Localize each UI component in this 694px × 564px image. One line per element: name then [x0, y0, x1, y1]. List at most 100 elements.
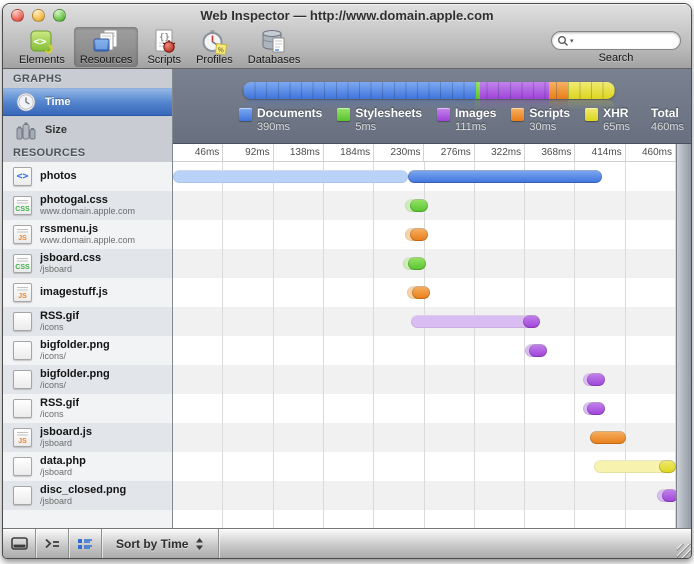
- legend-item-xhr: XHR 65ms: [585, 106, 630, 133]
- graphs-header: GRAPHS: [13, 73, 62, 85]
- resource-subtitle: /jsboard: [40, 437, 73, 448]
- legend-item-images: Images 111ms: [437, 106, 497, 133]
- legend-swatch: [585, 108, 599, 121]
- resource-item[interactable]: <> photos: [3, 162, 172, 191]
- resource-name: data.php: [40, 456, 86, 467]
- resource-item[interactable]: RSS.gif/icons: [3, 307, 172, 336]
- ruler-tick: 276ms: [425, 144, 475, 162]
- file-icon-blank: [13, 486, 32, 505]
- resource-subtitle: /icons: [40, 321, 64, 332]
- gridline: [373, 162, 375, 528]
- scripts-label: Scripts: [147, 54, 182, 66]
- sort-popup[interactable]: Sort by Time: [102, 529, 220, 558]
- resource-item[interactable]: JS jsboard.js/jsboard: [3, 423, 172, 452]
- vertical-scrollbar[interactable]: [676, 144, 691, 528]
- legend-label: XHR 65ms: [603, 106, 630, 133]
- resource-item[interactable]: disc_closed.png/jsboard: [3, 481, 172, 510]
- profiles-label: Profiles: [196, 54, 233, 66]
- timeline-grid: [173, 162, 676, 528]
- resource-name: jsboard.css: [40, 253, 102, 264]
- resources-button[interactable]: Resources: [73, 27, 139, 67]
- resource-subtitle: www.domain.apple.com: [40, 234, 136, 245]
- databases-button[interactable]: Databases: [242, 27, 307, 67]
- elements-button[interactable]: <> Elements: [13, 27, 71, 67]
- resource-item[interactable]: CSS photogal.css www.domain.apple.com: [3, 191, 172, 220]
- databases-label: Databases: [247, 54, 301, 66]
- search-field[interactable]: ▾: [551, 31, 681, 50]
- legend-item-scripts: Scripts 30ms: [511, 106, 570, 133]
- resource-item[interactable]: bigfolder.png/icons/: [3, 336, 172, 365]
- console-button[interactable]: [36, 529, 69, 558]
- resource-name: imagestuff.js: [40, 286, 108, 298]
- gridline: [272, 162, 274, 528]
- zoom-button[interactable]: [53, 8, 66, 22]
- sidebar-item-size[interactable]: Size: [3, 116, 172, 143]
- resource-item[interactable]: data.php/jsboard: [3, 452, 172, 481]
- resource-item[interactable]: CSS jsboard.css/jsboard: [3, 249, 172, 278]
- traffic-lights: [11, 8, 66, 22]
- legend-value: 65ms: [603, 120, 630, 133]
- resource-name: rssmenu.js: [40, 224, 99, 235]
- timeline-bar: [410, 199, 428, 212]
- close-button[interactable]: [11, 8, 24, 22]
- jars-icon: [16, 122, 36, 139]
- file-icon-css: CSS: [13, 254, 32, 273]
- gridline: [473, 162, 475, 528]
- search-input[interactable]: [573, 34, 675, 47]
- legend-label: Documents 390ms: [257, 106, 323, 133]
- legend-swatch: [337, 108, 351, 121]
- ruler-tick: 230ms: [374, 144, 425, 162]
- summary-graph: Documents 390ms Stylesheets 5ms Images 111ms S…: [173, 69, 691, 144]
- profiles-icon: %: [202, 30, 228, 55]
- minimize-button[interactable]: [32, 8, 45, 22]
- resource-name: photos: [40, 170, 77, 182]
- resource-subtitle: /jsboard: [40, 495, 73, 506]
- legend-swatch: [239, 108, 252, 121]
- time-label: Time: [45, 96, 71, 108]
- clock-icon: [16, 92, 36, 112]
- legend-label: Total 460ms: [651, 106, 685, 133]
- resource-name: RSS.gif: [40, 398, 80, 409]
- legend: Documents 390ms Stylesheets 5ms Images 111ms S…: [239, 106, 685, 133]
- search-area: ▾ Search: [551, 27, 681, 64]
- resize-grip[interactable]: [677, 544, 691, 558]
- ruler-tick: 414ms: [575, 144, 626, 162]
- gridline: [624, 162, 626, 528]
- timeline-bar-latency: [173, 170, 409, 183]
- resource-name: bigfolder.png: [40, 369, 110, 380]
- timeline-bar: [587, 402, 605, 415]
- ruler-tick: 322ms: [475, 144, 526, 162]
- ruler-tick: 138ms: [274, 144, 324, 162]
- legend-label: Images 111ms: [455, 106, 497, 133]
- profiles-button[interactable]: % Profiles: [190, 27, 239, 67]
- timeline-bar: [410, 228, 428, 241]
- timeline-bar: [587, 373, 605, 386]
- legend-value: 30ms: [529, 120, 557, 133]
- dock-side-button[interactable]: [3, 529, 36, 558]
- timeline-bar-latency: [411, 315, 538, 328]
- file-icon-blank: [13, 370, 32, 389]
- dock-window-icon: [10, 537, 28, 550]
- gridline: [222, 162, 224, 528]
- resource-subtitle: /icons/: [40, 350, 67, 361]
- scripts-button[interactable]: {} Scripts: [141, 27, 187, 67]
- resources-header: RESOURCES: [13, 147, 86, 159]
- resource-item[interactable]: RSS.gif/icons: [3, 394, 172, 423]
- resource-item[interactable]: JS imagestuff.js: [3, 278, 172, 307]
- file-icon-blank: [13, 457, 32, 476]
- sidebar-item-time[interactable]: Time: [3, 88, 172, 116]
- elements-label: Elements: [19, 54, 65, 66]
- legend-value: 111ms: [455, 120, 487, 133]
- detail-list-button[interactable]: [69, 529, 102, 558]
- legend-swatch: [511, 108, 525, 121]
- legend-item-documents: Documents 390ms: [239, 106, 323, 133]
- sidebar: GRAPHS Time Size RESOURCES <> photos CSS…: [3, 69, 173, 528]
- timeline-panel: Documents 390ms Stylesheets 5ms Images 111ms S…: [173, 69, 691, 528]
- titlebar[interactable]: Web Inspector — http://www.domain.apple.…: [3, 4, 691, 26]
- search-label: Search: [598, 52, 634, 64]
- resource-subtitle: /icons/: [40, 379, 67, 390]
- toolbar: <> Elements Resources {} Scripts % Profi…: [3, 26, 691, 68]
- resource-item[interactable]: bigfolder.png/icons/: [3, 365, 172, 394]
- resource-item[interactable]: JS rssmenu.js www.domain.apple.com: [3, 220, 172, 249]
- detail-list-icon: [78, 538, 92, 549]
